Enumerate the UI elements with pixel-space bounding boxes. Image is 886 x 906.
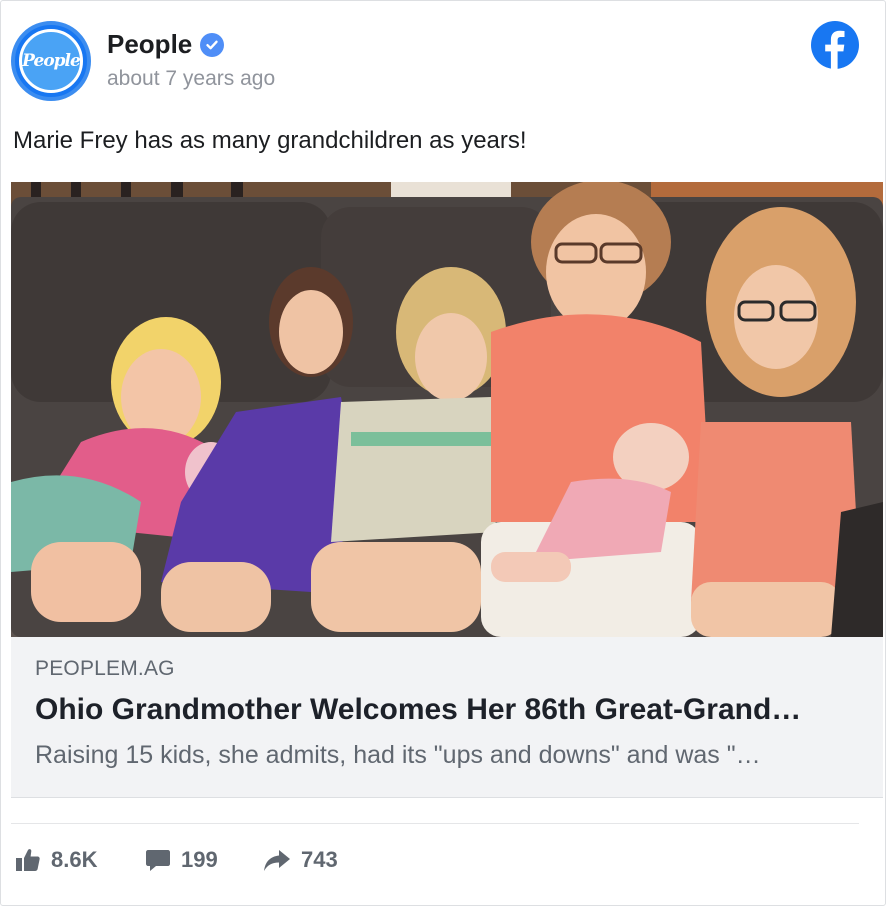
facebook-post-card: People People about 7 years ago Marie Fr… <box>0 0 886 906</box>
link-title[interactable]: Ohio Grandmother Welcomes Her 86th Great… <box>35 693 865 727</box>
verified-badge-icon <box>200 32 225 57</box>
comments-count: 199 <box>181 847 218 872</box>
likes-stat[interactable]: 8.6K <box>15 847 97 873</box>
link-domain: PEOPLEM.AG <box>35 657 175 680</box>
link-description: Raising 15 kids, she admits, had its "up… <box>35 741 761 769</box>
avatar-inner: People <box>19 29 83 93</box>
divider <box>11 823 859 824</box>
likes-count: 8.6K <box>51 847 98 872</box>
post-timestamp[interactable]: about 7 years ago <box>107 67 275 91</box>
post-photo[interactable] <box>11 182 883 637</box>
page-name[interactable]: People <box>107 29 192 60</box>
shares-stat[interactable]: 743 <box>263 847 338 873</box>
facebook-logo-icon[interactable] <box>811 21 859 69</box>
share-arrow-icon <box>264 850 290 871</box>
post-text: Marie Frey has as many grandchildren as … <box>13 127 527 154</box>
link-preview[interactable]: PEOPLEM.AG Ohio Grandmother Welcomes Her… <box>11 637 883 798</box>
page-avatar[interactable]: People <box>11 21 91 101</box>
shares-count: 743 <box>301 847 338 872</box>
thumbs-up-icon <box>16 849 40 871</box>
page-name-row: People <box>107 29 225 60</box>
comments-stat[interactable]: 199 <box>145 847 218 873</box>
avatar-logo-text: People <box>22 51 81 71</box>
comment-bubble-icon <box>146 850 170 871</box>
family-photo-illustration <box>11 182 883 637</box>
